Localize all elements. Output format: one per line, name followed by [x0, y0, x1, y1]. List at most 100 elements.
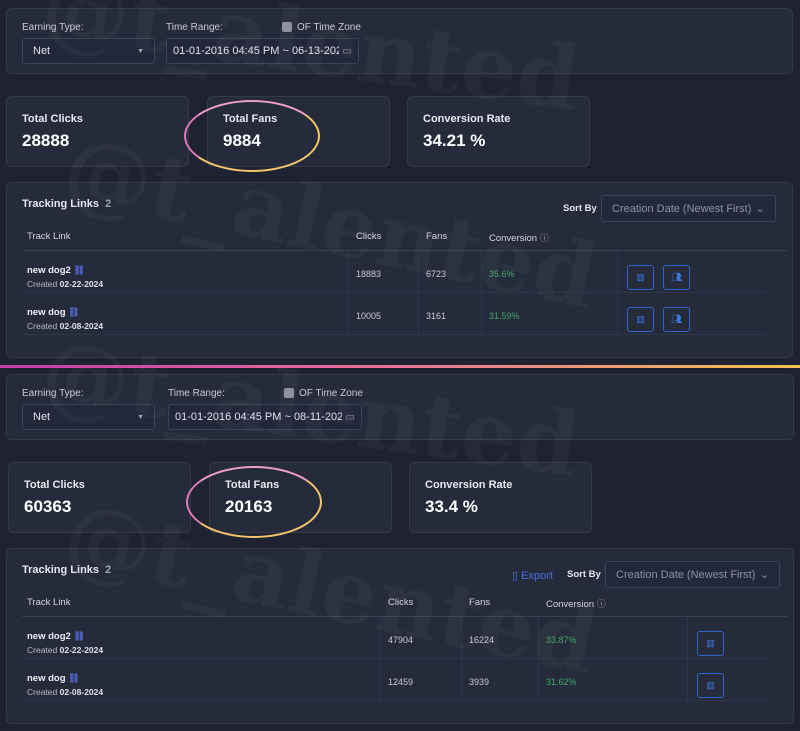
earning-type-value: Net	[33, 411, 51, 423]
column-divider	[348, 251, 349, 335]
help-icon[interactable]: ⓘ	[540, 233, 549, 243]
filter-bar: Earning Type: Net ▼ Time Range: OF Time Z…	[6, 8, 793, 74]
link-name[interactable]: new dog	[27, 307, 66, 318]
export-icon: ▯	[512, 570, 519, 582]
stat-value: 34.21 %	[423, 131, 486, 150]
sort-by-label: Sort By	[567, 569, 601, 580]
tracking-links-count: 2	[105, 564, 112, 576]
column-header-fans: Fans	[469, 597, 491, 608]
tracking-links-card: Tracking Links 2 ▯ Export Sort By Creati…	[6, 548, 794, 724]
column-divider	[418, 251, 419, 335]
column-divider	[687, 617, 688, 701]
fans-button[interactable]: 👥︎	[663, 307, 690, 332]
stats-button[interactable]: ▥	[697, 673, 724, 698]
export-button[interactable]: ▯ Export	[512, 569, 553, 582]
row-divider	[22, 700, 768, 701]
highlight-circle	[184, 100, 320, 172]
fans-value: 6723	[426, 269, 447, 279]
bar-chart-icon: ▥	[706, 638, 715, 648]
sort-by-label: Sort By	[563, 203, 597, 214]
conversion-value: 31.59%	[489, 311, 520, 321]
created-date: Created 02-22-2024	[27, 279, 104, 289]
stats-button[interactable]: ▥	[627, 307, 654, 332]
clicks-value: 10005	[356, 311, 382, 321]
sort-by-value: Creation Date (Newest First)	[616, 568, 756, 581]
users-icon: 👥︎	[670, 314, 683, 324]
of-time-zone-label: OF Time Zone	[297, 22, 361, 33]
column-header-clicks: Clicks	[356, 231, 382, 242]
conversion-value: 35.6%	[489, 269, 515, 279]
stats-button[interactable]: ▥	[627, 265, 654, 290]
link-icon[interactable]: ⛓	[68, 673, 79, 683]
clicks-value: 12459	[388, 677, 414, 687]
column-divider	[380, 617, 381, 701]
stat-value: 33.4 %	[425, 497, 478, 516]
calendar-icon: ▭	[342, 45, 352, 57]
column-header-conversion: Conversion ⓘ	[546, 599, 606, 610]
of-time-zone-label: OF Time Zone	[299, 388, 363, 399]
sort-by-select[interactable]: Creation Date (Newest First) ⌄	[605, 561, 780, 588]
of-time-zone-checkbox[interactable]: OF Time Zone	[282, 22, 361, 33]
header-divider	[22, 250, 787, 251]
link-icon[interactable]: ⛓	[73, 265, 84, 275]
help-icon[interactable]: ⓘ	[597, 599, 606, 609]
clicks-value: 47904	[388, 635, 414, 645]
stat-title: Total Clicks	[24, 479, 85, 491]
link-icon[interactable]: ⛓	[73, 631, 84, 641]
stat-title: Total Clicks	[22, 113, 83, 125]
link-name[interactable]: new dog	[27, 673, 66, 684]
filter-bar: Earning Type: Net ▼ Time Range: OF Time Z…	[6, 374, 794, 440]
stat-value: 60363	[24, 497, 72, 516]
link-icon[interactable]: ⛓	[68, 307, 79, 317]
created-date: Created 02-22-2024	[27, 645, 104, 655]
stat-card: Conversion Rate 34.21 %	[407, 96, 590, 167]
column-header-track-link: Track Link	[27, 231, 71, 242]
earning-type-value: Net	[33, 45, 51, 57]
created-date: Created 02-08-2024	[27, 321, 104, 331]
tracking-links-count: 2	[105, 198, 112, 210]
conversion-value: 31.62%	[546, 677, 577, 687]
tracking-links-card: Tracking Links 2 Sort By Creation Date (…	[6, 182, 793, 358]
clicks-value: 18883	[356, 269, 382, 279]
time-range-input[interactable]: 01-01-2016 04:45 PM ~ 06-13-202 ▭	[166, 38, 359, 64]
users-icon: 👥︎	[670, 272, 683, 282]
bar-chart-icon: ▥	[636, 272, 645, 282]
fans-button[interactable]: 👥︎	[663, 265, 690, 290]
sort-by-value: Creation Date (Newest First)	[612, 202, 752, 215]
row-divider	[22, 334, 767, 335]
row-divider	[22, 292, 767, 293]
chevron-down-icon: ⌄	[755, 203, 765, 215]
row-divider	[22, 658, 768, 659]
time-range-value: 01-01-2016 04:45 PM ~ 08-11-2024	[175, 411, 342, 423]
chevron-down-icon: ⌄	[759, 569, 769, 581]
bar-chart-icon: ▥	[636, 314, 645, 324]
conversion-value: 33.87%	[546, 635, 577, 645]
bar-chart-icon: ▥	[706, 680, 715, 690]
sort-by-select[interactable]: Creation Date (Newest First) ⌄	[601, 195, 776, 222]
time-range-label: Time Range:	[166, 22, 223, 33]
of-time-zone-checkbox[interactable]: OF Time Zone	[284, 388, 363, 399]
column-header-fans: Fans	[426, 231, 448, 242]
fans-value: 3161	[426, 311, 447, 321]
earning-type-select[interactable]: Net ▼	[22, 404, 155, 430]
stat-title: Conversion Rate	[425, 479, 513, 491]
time-range-input[interactable]: 01-01-2016 04:45 PM ~ 08-11-2024 ▭	[168, 404, 362, 430]
checkbox-icon	[284, 388, 294, 399]
time-range-value: 01-01-2016 04:45 PM ~ 06-13-202	[173, 45, 339, 57]
column-divider	[538, 617, 539, 701]
column-divider	[481, 251, 482, 335]
tracking-links-title: Tracking Links 2	[22, 564, 112, 576]
link-name[interactable]: new dog2	[27, 631, 71, 642]
fans-value: 3939	[469, 677, 490, 687]
time-range-label: Time Range:	[168, 388, 225, 399]
tracking-links-title: Tracking Links 2	[22, 198, 112, 210]
link-name[interactable]: new dog2	[27, 265, 71, 276]
caret-down-icon: ▼	[137, 47, 144, 55]
column-divider	[617, 251, 618, 335]
checkbox-icon	[282, 22, 292, 33]
header-divider	[22, 616, 788, 617]
earning-type-select[interactable]: Net ▼	[22, 38, 155, 64]
stats-button[interactable]: ▥	[697, 631, 724, 656]
fans-value: 16224	[469, 635, 495, 645]
stat-value: 28888	[22, 131, 70, 150]
